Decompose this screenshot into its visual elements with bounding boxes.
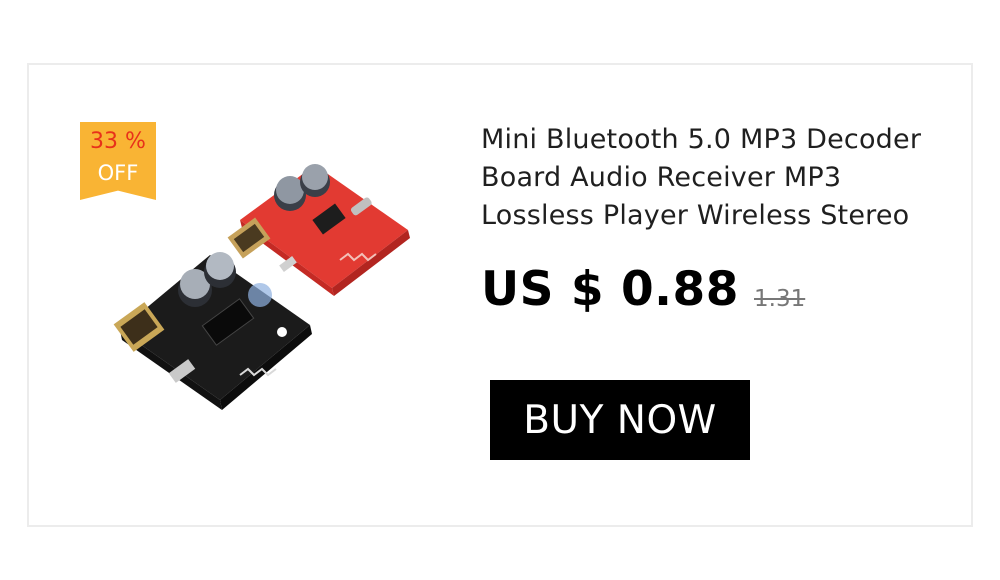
current-price: US $ 0.88 [481,262,739,317]
original-price: 1.31 [754,286,806,312]
black-board-icon [113,252,312,410]
product-image[interactable] [110,150,430,430]
product-title[interactable]: Mini Bluetooth 5.0 MP3 Decoder Board Aud… [481,121,951,235]
red-board-icon [227,164,410,296]
buy-now-button[interactable]: BUY NOW [490,380,750,460]
